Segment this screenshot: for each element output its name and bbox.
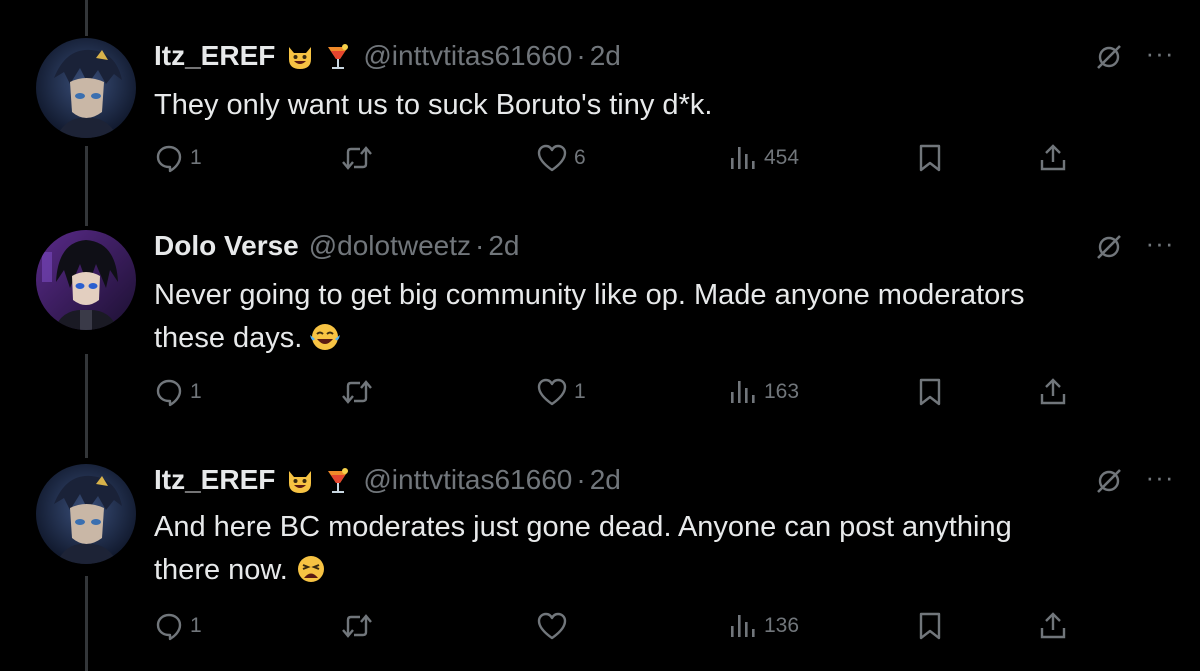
bookmark-icon: [919, 612, 941, 640]
retweet-button[interactable]: [340, 140, 380, 176]
avatar[interactable]: [36, 230, 136, 330]
grinning-cat-icon: [285, 41, 315, 71]
tweet-header: Itz_EREF @inttvtitas61660 · 2d: [154, 36, 621, 76]
user-handle[interactable]: @inttvtitas61660: [363, 464, 572, 496]
thread-line-top: [85, 0, 88, 36]
grok-icon[interactable]: [1094, 42, 1124, 72]
more-options-icon[interactable]: ···: [1144, 464, 1176, 496]
heart-icon: [537, 612, 567, 640]
heart-icon: [537, 144, 567, 172]
tweet-text-line: these days.: [154, 317, 1144, 366]
retweet-button[interactable]: [340, 374, 380, 410]
tropical-drink-icon: [325, 41, 351, 71]
tweet-text: And here BC moderates just gone dead. An…: [154, 506, 1144, 598]
tweet-text-line: Never going to get big community like op…: [154, 279, 1025, 311]
views-button[interactable]: 136: [728, 608, 799, 644]
tweet-text-line: And here BC moderates just gone dead. An…: [154, 511, 1012, 543]
retweet-icon: [342, 380, 372, 404]
view-count: 136: [764, 614, 800, 637]
share-button[interactable]: [1038, 374, 1068, 410]
like-button[interactable]: 1: [536, 374, 586, 410]
tweet-text: Never going to get big community like op…: [154, 274, 1144, 366]
views-icon: [731, 147, 755, 169]
reply-count: 1: [190, 380, 202, 403]
grinning-cat-icon: [285, 465, 315, 495]
more-options-icon[interactable]: ···: [1144, 40, 1176, 72]
view-count: 454: [764, 146, 800, 169]
like-button[interactable]: 6: [536, 140, 586, 176]
tweet-header: Dolo Verse @dolotweetz · 2d: [154, 226, 520, 266]
share-button[interactable]: [1038, 140, 1068, 176]
retweet-icon: [342, 614, 372, 638]
view-count: 163: [764, 380, 800, 403]
tears-of-joy-icon: [308, 321, 342, 366]
separator-dot: ·: [576, 40, 586, 71]
like-count: 1: [574, 380, 586, 403]
display-name[interactable]: Itz_EREF: [154, 40, 275, 72]
tweet-actions: 1 1 163: [0, 374, 1200, 410]
bookmark-button[interactable]: [916, 374, 944, 410]
user-handle[interactable]: @dolotweetz: [309, 230, 471, 262]
tweet-actions: 1 136: [0, 608, 1200, 644]
tweet-header: Itz_EREF @inttvtitas61660 · 2d: [154, 460, 621, 500]
reply-icon: [156, 145, 182, 173]
tweet-text-line: there now.: [154, 549, 1144, 598]
like-button[interactable]: [536, 608, 574, 644]
tweet-actions: 1 6 454: [0, 140, 1200, 176]
share-icon: [1040, 612, 1066, 639]
grok-icon[interactable]: [1094, 232, 1124, 262]
bookmark-button[interactable]: [916, 608, 944, 644]
views-icon: [731, 615, 755, 637]
share-icon: [1040, 378, 1066, 405]
more-options-icon[interactable]: ···: [1144, 230, 1176, 262]
tweet-text-line: They only want us to suck Boruto's tiny …: [154, 89, 713, 121]
reply-icon: [156, 379, 182, 407]
tropical-drink-icon: [325, 465, 351, 495]
reply-count: 1: [190, 146, 202, 169]
tweet-text-line-content: there now.: [154, 554, 288, 586]
retweet-icon: [342, 146, 372, 170]
timestamp[interactable]: 2d: [590, 464, 621, 496]
views-icon: [731, 381, 755, 403]
bookmark-icon: [919, 378, 941, 406]
reply-button[interactable]: 1: [154, 608, 202, 644]
avatar[interactable]: [36, 464, 136, 564]
share-icon: [1040, 144, 1066, 171]
display-name[interactable]: Itz_EREF: [154, 464, 275, 496]
views-button[interactable]: 163: [728, 374, 799, 410]
user-handle[interactable]: @inttvtitas61660: [363, 40, 572, 72]
retweet-button[interactable]: [340, 608, 380, 644]
avatar[interactable]: [36, 38, 136, 138]
separator-dot: ·: [475, 230, 485, 261]
grok-icon[interactable]: [1094, 466, 1124, 496]
timestamp[interactable]: 2d: [590, 40, 621, 72]
bookmark-icon: [919, 144, 941, 172]
bookmark-button[interactable]: [916, 140, 944, 176]
reply-button[interactable]: 1: [154, 374, 202, 410]
display-name[interactable]: Dolo Verse: [154, 230, 299, 262]
timestamp[interactable]: 2d: [488, 230, 519, 262]
heart-icon: [537, 378, 567, 406]
reply-count: 1: [190, 614, 202, 637]
reply-icon: [156, 613, 182, 641]
tweet-text-line-content: these days.: [154, 322, 303, 354]
tweet-text: They only want us to suck Boruto's tiny …: [154, 84, 1144, 127]
share-button[interactable]: [1038, 608, 1068, 644]
separator-dot: ·: [576, 464, 586, 495]
reply-button[interactable]: 1: [154, 140, 202, 176]
views-button[interactable]: 454: [728, 140, 799, 176]
weary-face-icon: [294, 553, 328, 598]
like-count: 6: [574, 146, 586, 169]
